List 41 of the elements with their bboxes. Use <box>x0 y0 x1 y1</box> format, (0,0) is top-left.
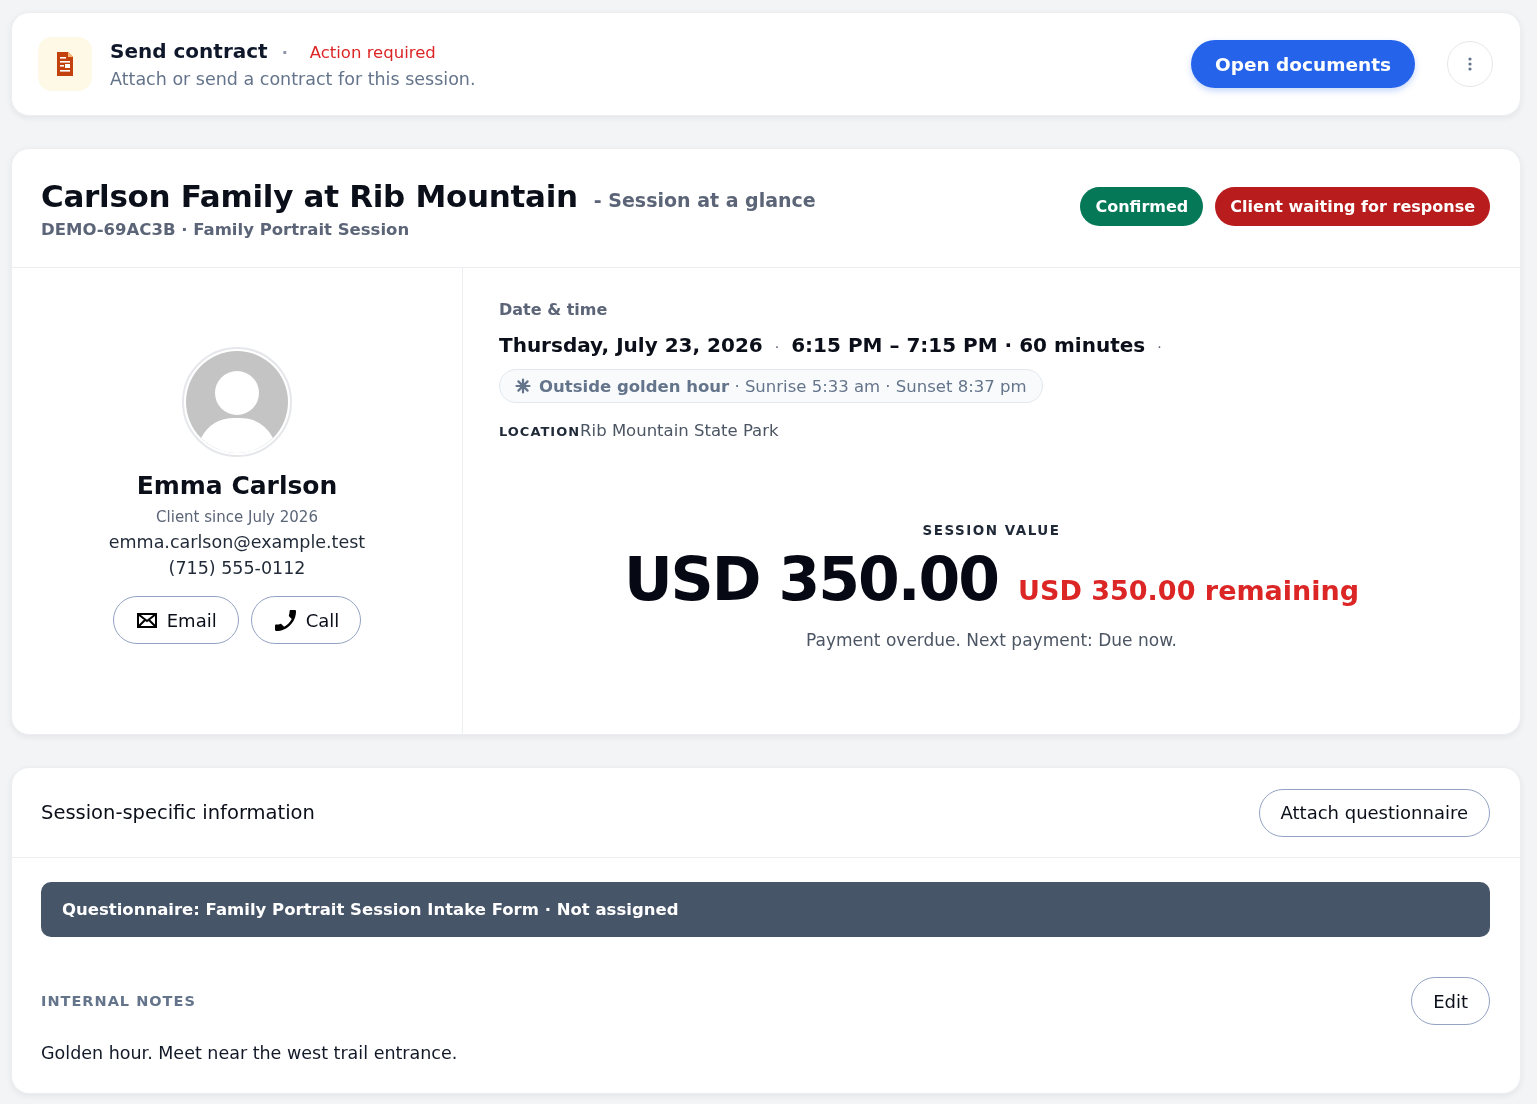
edit-button[interactable]: Edit <box>1411 977 1490 1025</box>
kebab-icon <box>1468 57 1472 71</box>
alert-description: Attach or send a contract for this session. <box>110 69 476 89</box>
payment-note: Payment overdue. Next payment: Due now. <box>806 630 1177 650</box>
date-time-text: 6:15 PM – 7:15 PM · 60 minutes <box>791 333 1146 357</box>
separator-dot: · <box>1157 339 1162 355</box>
separator-dot: · <box>774 339 780 355</box>
open-documents-button[interactable]: Open documents <box>1190 40 1415 88</box>
client-since: Client since July 2026 <box>156 508 318 526</box>
date-time-text: Thursday, July 23, 2026 <box>499 333 763 357</box>
golden-hour-text: Outside golden hour · Sunrise 5:33 am · Sunset 8:37 pm <box>539 376 1027 396</box>
client-phone: (715) 555-0112 <box>168 558 306 578</box>
session-value-label: SESSION VALUE <box>922 522 1061 538</box>
date-time-label: Date & time <box>499 300 608 319</box>
document-icon <box>38 37 92 91</box>
envelope-icon <box>136 612 157 628</box>
location-label: LOCATION <box>499 424 581 439</box>
phone-icon <box>274 609 296 631</box>
session-subtitle: - Session at a glance <box>593 189 816 211</box>
call-button[interactable]: Call <box>250 596 362 644</box>
status-badge: Confirmed <box>1080 187 1204 226</box>
section-title: Session-specific information <box>41 801 315 824</box>
notes-text: Golden hour. Meet near the west trail entrance. <box>41 1043 458 1063</box>
alert-title: Send contract <box>110 39 268 63</box>
status-label: Action required <box>309 43 436 62</box>
location-value: Rib Mountain State Park <box>580 421 779 440</box>
notes-label: INTERNAL NOTES <box>41 993 196 1009</box>
sparkle-icon <box>515 378 531 394</box>
remaining-amount: USD 350.00 remaining <box>1018 575 1360 606</box>
attach-questionnaire-button[interactable]: Attach questionnaire <box>1258 788 1490 837</box>
email-button[interactable]: Email <box>112 596 239 644</box>
client-name: Emma Carlson <box>136 471 338 500</box>
questionnaire-banner: Questionnaire: Family Portrait Session Intake Form · Not assigned <box>41 882 1490 937</box>
status-badge: Client waiting for response <box>1215 187 1490 226</box>
more-button[interactable] <box>1447 41 1493 87</box>
avatar-icon <box>182 347 292 457</box>
client-email: emma.carlson@example.test <box>108 532 366 552</box>
session-title: Carlson Family at Rib Mountain <box>41 178 578 214</box>
separator-dot: · <box>281 43 288 62</box>
session-reference: DEMO-69AC3B · Family Portrait Session <box>41 220 410 239</box>
session-amount: USD 350.00 <box>623 544 999 614</box>
